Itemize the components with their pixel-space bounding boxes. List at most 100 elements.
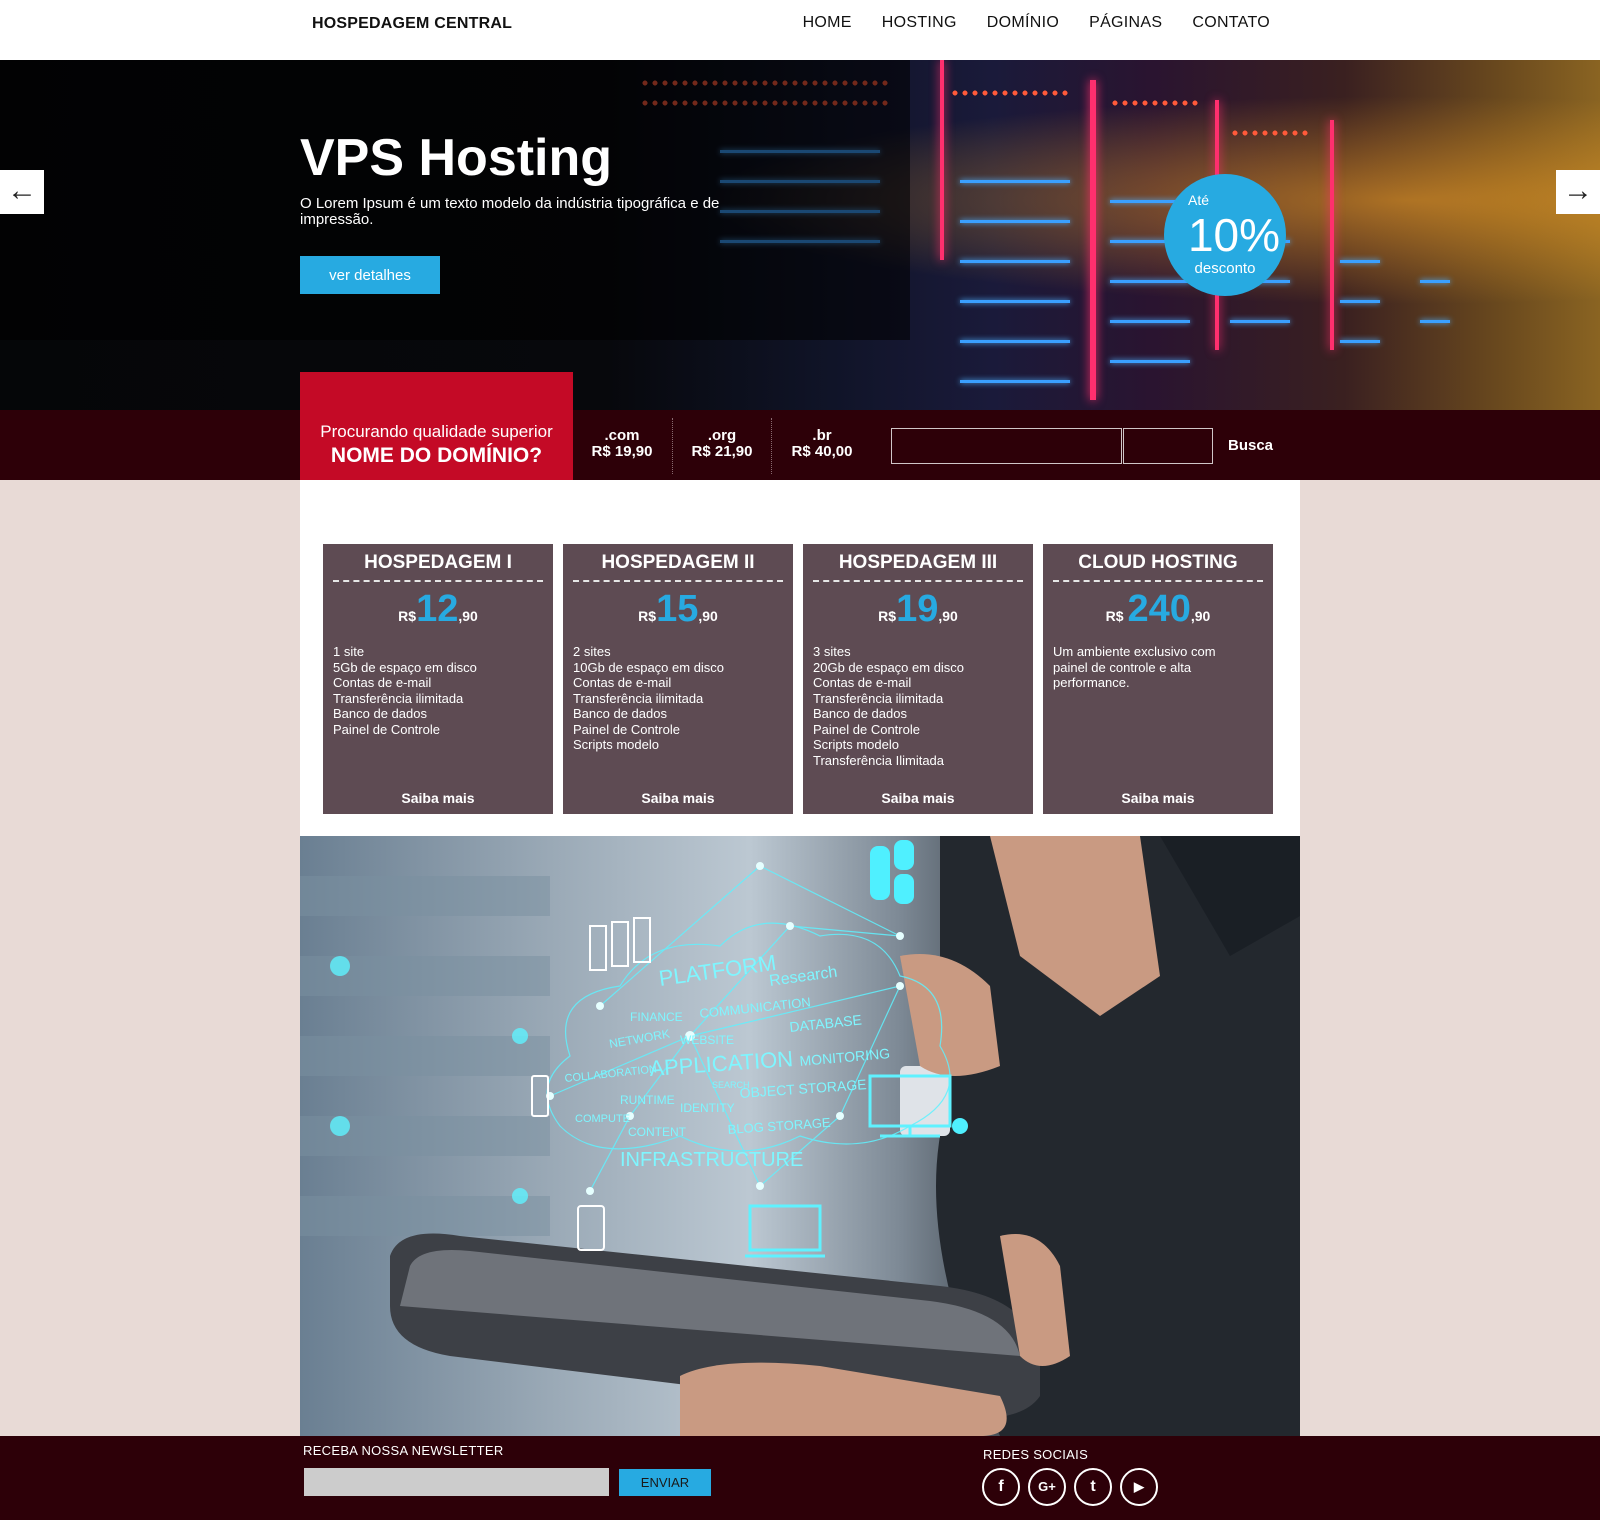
divider	[333, 580, 543, 582]
learn-more-link[interactable]: Saiba mais	[563, 790, 793, 806]
feature-item: 2 sites	[573, 644, 611, 659]
feature-item: Contas de e-mail	[813, 675, 912, 690]
arrow-left-icon[interactable]: ←	[0, 170, 44, 214]
feature-item: 5Gb de espaço em disco	[333, 659, 477, 675]
feature-item: Banco de dados	[333, 706, 427, 721]
feature-item: Transferência Ilimitada	[813, 752, 945, 768]
cloud-word: COMMUNICATION	[699, 994, 812, 1021]
cloud-word: NETWORK	[608, 1027, 671, 1051]
price-decimal: ,90	[458, 608, 478, 624]
plan-name: CLOUD HOSTING	[1078, 552, 1238, 573]
details-button[interactable]: ver detalhes	[300, 256, 440, 294]
plan-card-hospedagem-1: HOSPEDAGEM I R$12,90 1 site 5Gb de espaç…	[323, 544, 553, 814]
feature-item: Painel de Controle	[813, 721, 920, 737]
nav-contato[interactable]: CONTATO	[1192, 14, 1270, 32]
newsletter-send-button[interactable]: ENVIAR	[619, 1469, 711, 1496]
site-footer	[0, 1436, 1600, 1520]
site-header: HOSPEDAGEM CENTRAL HOME HOSTING DOMÍNIO …	[0, 0, 1600, 60]
feature-item: Painel de Controle	[333, 721, 440, 737]
plan-price: R$15,90	[563, 588, 793, 631]
divider	[573, 580, 783, 582]
divider	[672, 418, 673, 474]
cloud-word: DATABASE	[789, 1011, 863, 1035]
domain-extension-input[interactable]	[1123, 428, 1213, 464]
domain-question: Procurando qualidade superior	[320, 422, 553, 441]
price-integer: 19	[896, 588, 939, 630]
domain-name-input[interactable]	[891, 428, 1122, 464]
social-label: REDES SOCIAIS	[983, 1447, 1089, 1462]
cloud-illustration: PLATFORM Research FINANCE COMMUNICATION …	[300, 836, 1300, 1436]
plan-price: R$12,90	[323, 588, 553, 631]
plan-name: HOSPEDAGEM II	[601, 552, 755, 573]
plan-features: 3 sites 20Gb de espaço em disco Contas d…	[813, 644, 964, 768]
tld-org: .org R$ 21,90	[674, 428, 770, 460]
hero-slider: VPS Hosting O Lorem Ipsum é um texto mod…	[0, 60, 1600, 410]
learn-more-link[interactable]: Saiba mais	[323, 790, 553, 806]
plan-features: 1 site 5Gb de espaço em disco Contas de …	[333, 644, 477, 737]
feature-item: 3 sites	[813, 644, 851, 659]
plan-price: R$19,90	[803, 588, 1033, 631]
plan-name: HOSPEDAGEM III	[838, 552, 998, 573]
plan-features: 2 sites 10Gb de espaço em disco Contas d…	[573, 644, 724, 753]
search-button[interactable]: Busca	[1228, 437, 1273, 454]
discount-prefix: Até	[1188, 192, 1210, 208]
plan-card-hospedagem-3: HOSPEDAGEM III R$19,90 3 sites 20Gb de e…	[803, 544, 1033, 814]
plan-card-hospedagem-2: HOSPEDAGEM II R$15,90 2 sites 10Gb de es…	[563, 544, 793, 814]
domain-headline: NOME DO DOMÍNIO?	[330, 444, 543, 467]
cloud-word: COLLABORATION	[564, 1063, 658, 1085]
feature-item: performance.	[1053, 675, 1130, 690]
price-currency: R$	[1105, 608, 1128, 624]
plan-name: HOSPEDAGEM I	[364, 552, 512, 573]
tld-price: R$ 40,00	[791, 443, 853, 460]
tld-ext: .br	[812, 427, 832, 444]
cloud-word: MONITORING	[799, 1045, 891, 1069]
cloud-word: IDENTITY	[680, 1101, 735, 1115]
cloud-word: COMPUTE	[575, 1113, 630, 1125]
learn-more-link[interactable]: Saiba mais	[803, 790, 1033, 806]
tld-com: .com R$ 19,90	[574, 428, 670, 460]
plan-price: R$ 240,90	[1043, 588, 1273, 631]
cloud-word: APPLICATION	[649, 1046, 794, 1081]
main-nav: HOME HOSTING DOMÍNIO PÁGINAS CONTATO	[803, 14, 1270, 32]
feature-item: painel de controle e alta	[1053, 659, 1192, 675]
feature-item: Contas de e-mail	[333, 675, 432, 690]
price-decimal: ,90	[698, 608, 718, 624]
divider	[771, 418, 772, 474]
cloud-word: CONTENT	[628, 1125, 687, 1139]
nav-home[interactable]: HOME	[803, 14, 852, 32]
feature-item: 1 site	[333, 644, 365, 659]
google-plus-icon[interactable]: G+	[1028, 1468, 1066, 1506]
cloud-word: Research	[768, 964, 838, 990]
cloud-word: WEBSITE	[680, 1033, 734, 1047]
feature-item: Scripts modelo	[813, 737, 899, 752]
facebook-icon[interactable]: f	[982, 1468, 1020, 1506]
tld-price: R$ 21,90	[691, 443, 753, 460]
site-logo[interactable]: HOSPEDAGEM CENTRAL	[312, 15, 512, 33]
feature-item: Contas de e-mail	[573, 675, 672, 690]
divider	[1053, 580, 1263, 582]
nav-dominio[interactable]: DOMÍNIO	[987, 14, 1059, 32]
hero-description: O Lorem Ipsum é um texto modelo da indús…	[300, 195, 720, 228]
feature-item: Scripts modelo	[573, 737, 659, 752]
price-currency: R$	[878, 608, 897, 624]
arrow-right-icon[interactable]: →	[1556, 170, 1600, 214]
discount-percent: 10%	[1187, 209, 1281, 261]
newsletter-email-input[interactable]	[304, 1468, 609, 1496]
cloud-word: PLATFORM	[657, 950, 777, 991]
nav-hosting[interactable]: HOSTING	[882, 14, 957, 32]
twitter-icon[interactable]: t	[1074, 1468, 1112, 1506]
cloud-word: RUNTIME	[620, 1093, 675, 1107]
feature-item: Banco de dados	[813, 706, 907, 721]
learn-more-link[interactable]: Saiba mais	[1043, 790, 1273, 806]
price-integer: 15	[656, 588, 699, 630]
cloud-word: INFRASTRUCTURE	[620, 1149, 803, 1171]
price-currency: R$	[638, 608, 657, 624]
feature-item: 20Gb de espaço em disco	[813, 659, 965, 675]
nav-paginas[interactable]: PÁGINAS	[1089, 14, 1162, 32]
price-integer: 240	[1127, 588, 1191, 630]
discount-label: desconto	[1194, 260, 1256, 277]
tld-price: R$ 19,90	[591, 443, 653, 460]
feature-item: Transferência ilimitada	[813, 690, 944, 706]
youtube-icon[interactable]: ▶	[1120, 1468, 1158, 1506]
tld-ext: .org	[707, 427, 737, 444]
